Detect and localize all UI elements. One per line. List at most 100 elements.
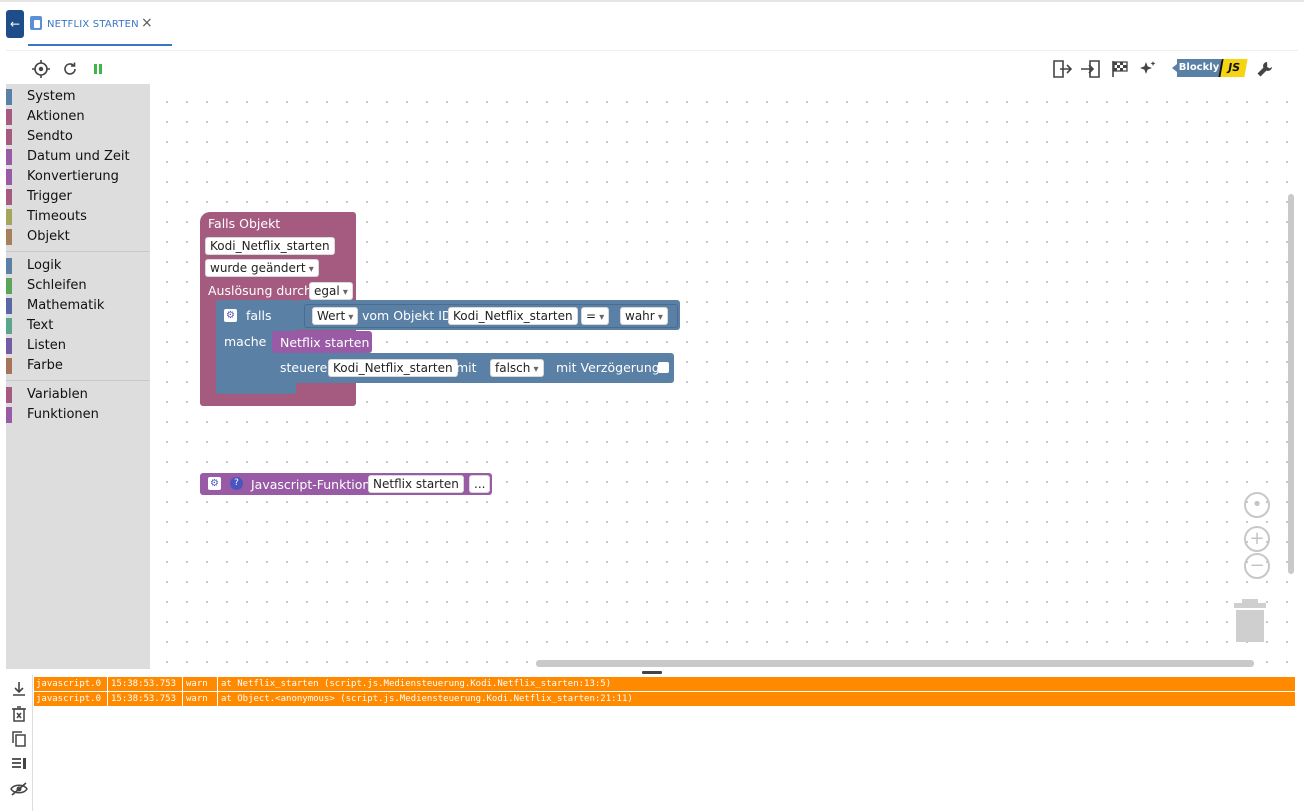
log-message: at Object.<anonymous> (script.js.Mediens…: [219, 692, 1296, 706]
function-definition-block[interactable]: ⚙ ? Javascript-Funktion Netflix starten …: [200, 473, 492, 495]
recenter-icon[interactable]: •: [1244, 492, 1270, 518]
category-label: Schleifen: [27, 278, 87, 293]
delay-label: mit Verzögerung: [556, 360, 660, 375]
block-palette: System Aktionen Sendto Datum und Zeit Konver…: [6, 84, 150, 669]
value-type-dropdown[interactable]: Wert: [312, 307, 359, 325]
category-color-swatch: [6, 298, 12, 314]
wrench-icon[interactable]: [1255, 59, 1275, 79]
log-source: javascript.0: [34, 692, 108, 706]
help-icon[interactable]: ?: [230, 477, 243, 490]
palette-category-sendto[interactable]: Sendto: [6, 127, 150, 147]
delay-checkbox[interactable]: [658, 362, 669, 373]
export-icon[interactable]: [1052, 59, 1072, 79]
palette-category-konvertierung[interactable]: Konvertierung: [6, 167, 150, 187]
sparkle-icon[interactable]: [1138, 59, 1158, 79]
function-name-field[interactable]: Netflix starten: [368, 475, 464, 493]
editor-toolbar: Blockly JS: [6, 50, 1298, 84]
log-splitter[interactable]: [6, 669, 1298, 675]
gear-icon[interactable]: ⚙: [224, 309, 237, 322]
wrap-lines-icon[interactable]: [9, 754, 29, 774]
category-label: Funktionen: [27, 407, 99, 422]
log-row: javascript.0 15:38:53.753 warn at Netflix_s…: [34, 677, 1296, 691]
log-time: 15:38:53.753: [109, 692, 183, 706]
category-color-swatch: [6, 278, 12, 294]
compare-object-id-field[interactable]: Kodi_Netflix_starten: [448, 307, 578, 325]
control-value-dropdown[interactable]: falsch: [490, 359, 544, 377]
category-color-swatch: [6, 109, 12, 125]
pause-icon[interactable]: [88, 59, 108, 79]
log-time: 15:38:53.753: [109, 677, 183, 691]
palette-category-funktionen[interactable]: Funktionen: [6, 405, 150, 425]
palette-category-schleifen[interactable]: Schleifen: [6, 276, 150, 296]
trigger-condition-dropdown[interactable]: wurde geändert: [205, 259, 319, 277]
category-color-swatch: [6, 387, 12, 403]
zoom-in-icon[interactable]: +: [1244, 526, 1270, 552]
palette-category-system[interactable]: System: [6, 87, 150, 107]
category-label: Sendto: [27, 129, 73, 144]
category-color-swatch: [6, 149, 12, 165]
palette-category-mathematik[interactable]: Mathematik: [6, 296, 150, 316]
control-with-label: mit: [456, 360, 477, 375]
trigger-ack-dropdown[interactable]: egal: [309, 282, 353, 300]
function-more-button[interactable]: ...: [469, 475, 491, 493]
badge-js-label: JS: [1218, 59, 1248, 77]
palette-category-trigger[interactable]: Trigger: [6, 187, 150, 207]
gear-icon[interactable]: ⚙: [208, 477, 221, 490]
hide-icon[interactable]: [9, 779, 29, 799]
palette-category-text[interactable]: Text: [6, 316, 150, 336]
category-label: Mathematik: [27, 298, 105, 313]
category-color-swatch: [6, 318, 12, 334]
clear-log-icon[interactable]: [9, 704, 29, 724]
horizontal-scrollbar[interactable]: [536, 660, 1254, 667]
compare-value-dropdown[interactable]: wahr: [620, 307, 668, 325]
blockly-js-badge[interactable]: Blockly JS: [1172, 59, 1248, 77]
zoom-out-icon[interactable]: −: [1244, 553, 1270, 579]
flag-icon[interactable]: [1110, 59, 1130, 79]
palette-category-timeouts[interactable]: Timeouts: [6, 207, 150, 227]
category-label: Farbe: [27, 358, 63, 373]
control-block[interactable]: steuere Kodi_Netflix_starten mit falsch …: [272, 353, 674, 383]
close-icon[interactable]: ×: [141, 15, 153, 31]
category-color-swatch: [6, 338, 12, 354]
category-label: System: [27, 89, 76, 104]
log-panel: javascript.0 15:38:53.753 warn at Netflix_s…: [34, 676, 1296, 811]
import-icon[interactable]: [1081, 59, 1101, 79]
palette-category-farbe[interactable]: Farbe: [6, 356, 150, 376]
category-label: Aktionen: [27, 109, 85, 124]
splitter-handle[interactable]: [642, 671, 662, 674]
call-function-block[interactable]: Netflix starten: [272, 331, 372, 353]
blockly-workspace[interactable]: Falls Objekt Kodi_Netflix_starten wurde …: [150, 84, 1298, 669]
palette-category-logik[interactable]: Logik: [6, 256, 150, 276]
vertical-scrollbar[interactable]: [1288, 194, 1294, 574]
palette-category-datum-und-zeit[interactable]: Datum und Zeit: [6, 147, 150, 167]
target-icon[interactable]: [31, 59, 51, 79]
tab-netflix-starten[interactable]: NETFLIX STARTEN ×: [28, 10, 172, 46]
function-def-label: Javascript-Funktion: [251, 477, 371, 492]
refresh-icon[interactable]: [60, 59, 80, 79]
palette-category-variablen[interactable]: Variablen: [6, 385, 150, 405]
category-color-swatch: [6, 89, 12, 105]
trigger-object-id-field[interactable]: Kodi_Netflix_starten: [205, 237, 335, 255]
log-row: javascript.0 15:38:53.753 warn at Object.<a…: [34, 692, 1296, 706]
trigger-ack-label: Auslösung durch: [208, 283, 312, 298]
script-icon: [30, 16, 42, 30]
category-color-swatch: [6, 258, 12, 274]
trash-icon[interactable]: [1234, 598, 1266, 642]
palette-category-listen[interactable]: Listen: [6, 336, 150, 356]
do-label: mache: [224, 334, 267, 349]
operator-dropdown[interactable]: =: [581, 307, 610, 325]
compare-block[interactable]: Wert vom Objekt ID Kodi_Netflix_starten …: [296, 300, 680, 330]
tab-title: NETFLIX STARTEN: [47, 19, 139, 30]
category-label: Text: [27, 318, 54, 333]
category-color-swatch: [6, 189, 12, 205]
category-color-swatch: [6, 229, 12, 245]
control-object-id-field[interactable]: Kodi_Netflix_starten: [328, 359, 458, 377]
category-color-swatch: [6, 407, 12, 423]
palette-category-aktionen[interactable]: Aktionen: [6, 107, 150, 127]
palette-category-objekt[interactable]: Objekt: [6, 227, 150, 247]
palette-separator: [6, 380, 150, 381]
scroll-down-icon[interactable]: [9, 679, 29, 699]
copy-icon[interactable]: [9, 729, 29, 749]
category-label: Datum und Zeit: [27, 149, 130, 164]
back-button[interactable]: ←: [6, 10, 24, 38]
